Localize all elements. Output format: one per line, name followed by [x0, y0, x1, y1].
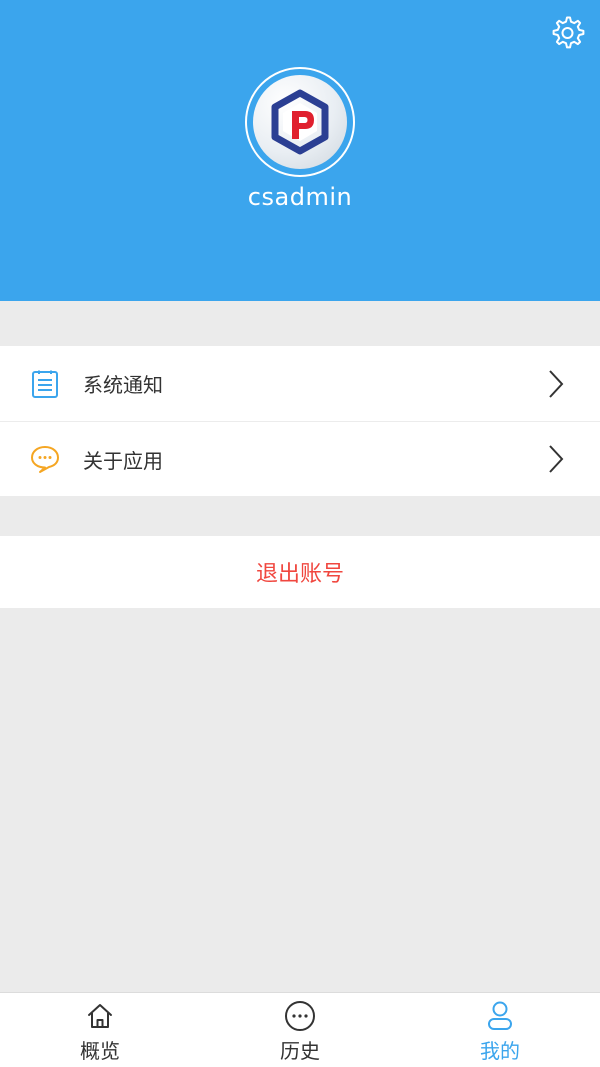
parking-logo-icon [271, 89, 329, 155]
more-circle-icon [283, 1000, 317, 1032]
tab-mine[interactable]: 我的 [400, 993, 600, 1067]
menu-item-label: 系统通知 [83, 373, 163, 397]
avatar-image [253, 75, 347, 169]
username: csadmin [247, 183, 353, 211]
bottom-tab-bar: 概览 历史 我的 [0, 992, 600, 1067]
menu-item-label: 关于应用 [83, 448, 163, 473]
gear-icon [552, 16, 585, 49]
menu-item-about[interactable]: 关于应用 [0, 421, 600, 496]
home-icon [83, 1000, 117, 1032]
logout-button[interactable]: 退出账号 [0, 536, 600, 608]
tab-history[interactable]: 历史 [200, 993, 400, 1067]
user-icon [483, 1000, 517, 1032]
chevron-right-icon [549, 445, 564, 473]
chat-bubble-icon [28, 442, 62, 476]
tab-label: 我的 [480, 1039, 520, 1063]
avatar[interactable] [245, 67, 355, 177]
tab-overview[interactable]: 概览 [0, 993, 200, 1067]
chevron-right-icon [549, 369, 564, 398]
tab-label: 概览 [80, 1039, 120, 1063]
settings-button[interactable] [548, 14, 586, 52]
tab-label: 历史 [280, 1039, 320, 1063]
settings-menu: 系统通知 关于应用 [0, 346, 600, 496]
menu-item-notifications[interactable]: 系统通知 [0, 346, 600, 421]
notification-list-icon [28, 367, 62, 401]
profile-header: csadmin [0, 0, 600, 301]
